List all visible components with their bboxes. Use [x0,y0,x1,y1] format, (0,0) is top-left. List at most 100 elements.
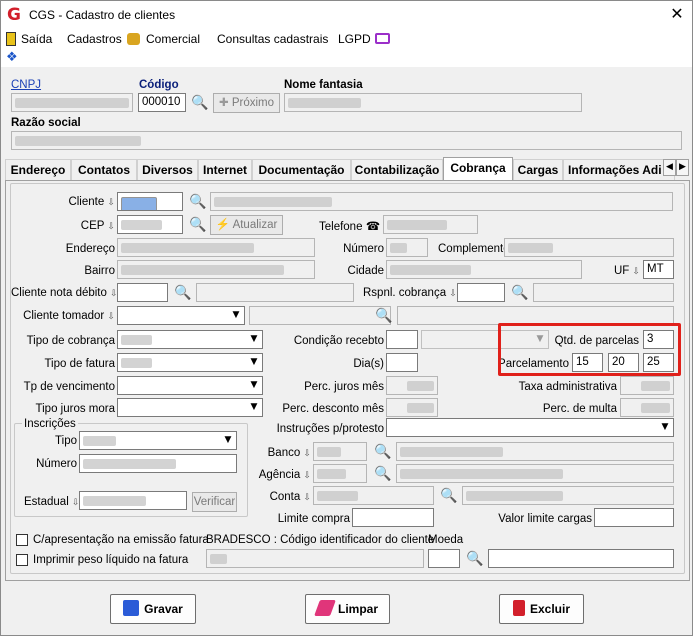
inscricao-tipo-select[interactable]: ▼ [79,431,237,450]
rspnl-cobranca-name[interactable] [533,283,674,302]
tab-documentacao[interactable]: Documentação [252,159,351,180]
cep-input[interactable] [117,215,183,234]
tipo-fatura-label: Tipo de fatura [44,358,115,370]
uf-input[interactable]: MT [643,260,674,279]
verificar-button[interactable]: Verificar [192,492,237,512]
tab-cobranca[interactable]: Cobrança [443,157,513,181]
close-icon[interactable]: ✕ [666,4,688,24]
tab-cargas[interactable]: Cargas [513,159,563,180]
menu-cadastros[interactable]: Cadastros [67,30,122,48]
menu-lgpd[interactable]: LGPD [338,30,371,48]
search-icon[interactable]: 🔍 [374,466,391,482]
imprimir-peso-checkbox[interactable] [16,554,28,566]
moeda-code-input[interactable] [428,549,460,568]
cliente-code-input[interactable] [117,192,183,211]
endereco-input[interactable] [117,238,315,257]
cliente-name-input[interactable] [210,192,673,211]
instrucoes-select[interactable]: ▼ [386,418,674,437]
tab-contatos[interactable]: Contatos [71,159,137,180]
tab-endereco[interactable]: Endereço [5,159,71,180]
razao-social-label: Razão social [11,117,81,129]
taxa-administrativa-input[interactable] [620,376,674,395]
perc-desconto-mes-label: Perc. desconto mês [282,403,384,415]
cliente-nota-debito-name[interactable] [196,283,354,302]
imprimir-peso-label: Imprimir peso líquido na fatura [33,554,189,566]
bairro-input[interactable] [117,260,315,279]
cnpj-input[interactable] [11,93,133,112]
save-icon [123,600,140,616]
rspnl-cobranca-input[interactable] [457,283,505,302]
endereco-label: Endereço [65,243,115,255]
valor-limite-cargas-input[interactable] [594,508,674,527]
complemento-input[interactable] [504,238,674,257]
search-icon[interactable]: 🔍 [511,285,528,301]
tab-contabilizacao[interactable]: Contabilização [351,159,443,180]
cliente-tomador-select[interactable]: ▼ [117,306,245,325]
perc-juros-mes-input[interactable] [386,376,438,395]
cnpj-label[interactable]: CNPJ [11,78,41,92]
nome-fantasia-input[interactable] [284,93,582,112]
search-icon[interactable]: 🔍 [375,308,392,324]
menu-consultas[interactable]: Consultas cadastrais [217,30,328,48]
numero-inscricao-input[interactable] [79,454,237,473]
search-icon[interactable]: 🔍 [189,217,206,233]
tipo-fatura-select[interactable]: ▼ [117,353,263,372]
search-icon[interactable]: 🔍 [440,488,457,504]
toolbar: ❖ [1,49,692,67]
search-icon[interactable]: 🔍 [466,551,483,567]
c-apresentacao-label: C/apresentação na emissão fatura [33,534,209,546]
tipo-cobranca-label: Tipo de cobrança [26,335,115,347]
banco-input[interactable] [313,442,367,461]
search-icon[interactable]: 🔍 [189,194,206,210]
razao-social-input[interactable] [11,131,682,150]
diamond-nav-icon[interactable]: ❖ [6,50,18,65]
tipo-juros-mora-select[interactable]: ▼ [117,398,263,417]
tab-scroll-left-icon[interactable]: ◀ [663,159,676,176]
moeda-name-input[interactable] [488,549,674,568]
cliente-nota-debito-input[interactable] [117,283,168,302]
search-icon[interactable]: 🔍 [191,95,208,111]
banco-name[interactable] [396,442,674,461]
tp-vencimento-select[interactable]: ▼ [117,376,263,395]
codigo-input[interactable]: 000010 [138,93,186,112]
inscricoes-label: Inscrições [22,417,78,431]
cliente-tomador-doc[interactable] [249,306,391,325]
perc-juros-mes-label: Perc. juros mês [304,381,384,393]
numero-input[interactable] [386,238,428,257]
estadual-input[interactable] [79,491,187,510]
search-icon[interactable]: 🔍 [174,285,191,301]
menu-comercial[interactable]: Comercial [146,30,200,48]
condicao-recebto-code[interactable] [386,330,418,349]
tab-diversos[interactable]: Diversos [137,159,198,180]
conta-input[interactable] [313,486,434,505]
agencia-name[interactable] [396,464,674,483]
tab-scroll-right-icon[interactable]: ▶ [676,159,689,176]
tipo-cobranca-select[interactable]: ▼ [117,330,263,349]
menu-saida[interactable]: Saída [21,30,52,48]
cidade-input[interactable] [386,260,582,279]
tp-vencimento-label: Tp de vencimento [23,381,115,393]
search-icon[interactable]: 🔍 [374,444,391,460]
agencia-input[interactable] [313,464,367,483]
bradesco-codigo-input[interactable] [206,549,424,568]
proximo-button[interactable]: ✚ Próximo [213,93,280,113]
limpar-button[interactable]: Limpar [305,594,390,624]
tipo-juros-mora-label: Tipo juros mora [35,403,115,415]
tab-internet[interactable]: Internet [198,159,252,180]
monitor-icon[interactable] [375,33,390,44]
perc-multa-input[interactable] [620,398,674,417]
trash-icon [512,600,525,616]
atualizar-button[interactable]: ⚡ Atualizar [210,215,283,235]
gravar-button[interactable]: Gravar [110,594,196,624]
perc-desconto-mes-input[interactable] [386,398,438,417]
excluir-button[interactable]: Excluir [499,594,584,624]
tab-strip: Endereço Contatos Diversos Internet Docu… [5,157,691,181]
dias-input[interactable] [386,353,418,372]
telefone-input[interactable] [383,215,478,234]
limite-compra-input[interactable] [352,508,434,527]
conta-name[interactable] [462,486,674,505]
tab-informacoes-adicionais[interactable]: Informações Adi [563,159,675,180]
c-apresentacao-checkbox[interactable] [16,534,28,546]
telefone-label: Telefone ☎ [319,219,381,233]
coins-icon [127,33,140,45]
